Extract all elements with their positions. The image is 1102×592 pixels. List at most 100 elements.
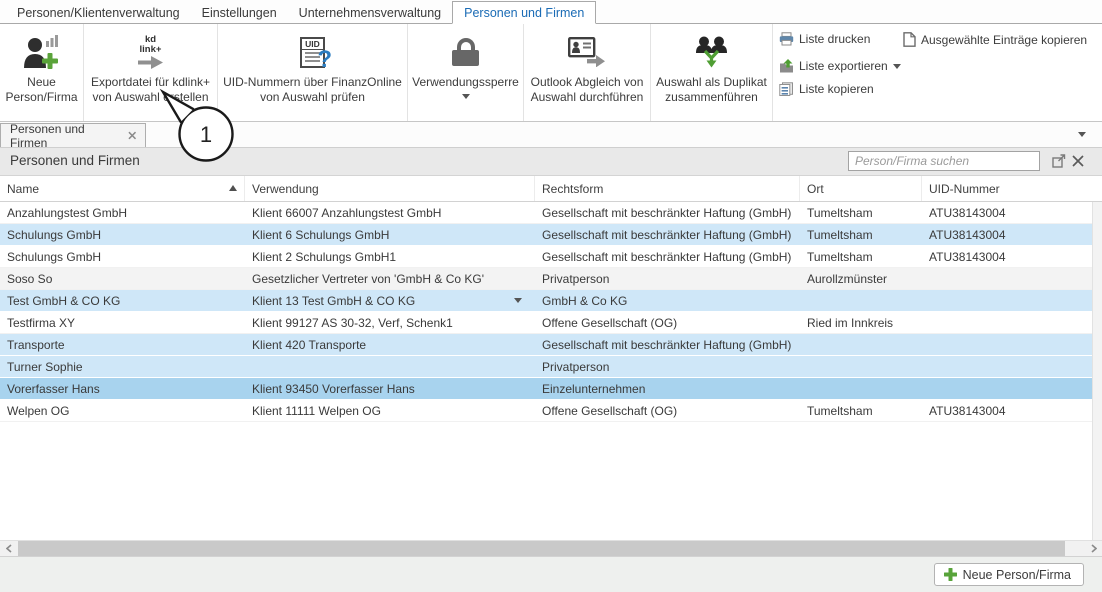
outlook-sync-button[interactable]: Outlook Abgleich von Auswahl durchführen [524, 24, 651, 121]
vertical-scrollbar-track[interactable] [1092, 202, 1102, 540]
cell-rechtsform: GmbH & Co KG [535, 290, 800, 311]
liste-kopieren-button[interactable]: Liste kopieren [779, 82, 874, 96]
cell-name: Testfirma XY [0, 312, 245, 333]
table-row[interactable]: Anzahlungstest GmbH Klient 66007 Anzahlu… [0, 202, 1102, 224]
search-input[interactable] [848, 151, 1040, 171]
cell-name: Welpen OG [0, 400, 245, 421]
copy-page-icon [903, 32, 916, 47]
document-tab-bar: Personen und Firmen [0, 122, 1102, 148]
chevron-down-icon [893, 64, 901, 69]
column-header-name[interactable]: Name [0, 176, 245, 201]
tab-unternehmensverwaltung[interactable]: Unternehmensverwaltung [288, 2, 452, 23]
kdlink-export-button[interactable]: kd link+ Exportdatei für kdlink+ von Aus… [84, 24, 218, 121]
ribbon-toolbar: Neue Person/Firma kd link+ Exportdatei f… [0, 24, 1102, 122]
table-row[interactable]: Schulungs GmbH Klient 6 Schulungs GmbH G… [0, 224, 1102, 246]
action-label: Ausgewählte Einträge kopieren [921, 33, 1087, 47]
table-row[interactable]: Test GmbH & CO KG Klient 13 Test GmbH & … [0, 290, 1102, 312]
cell-text: Klient 13 Test GmbH & CO KG [252, 294, 415, 308]
ribbon-button-label: Outlook Abgleich von Auswahl durchführen [525, 75, 650, 105]
cell-rechtsform: Privatperson [535, 268, 800, 289]
scrollbar-thumb[interactable] [18, 541, 1065, 556]
table-body: Anzahlungstest GmbH Klient 66007 Anzahlu… [0, 202, 1102, 422]
tab-personen-klientenverwaltung[interactable]: Personen/Klientenverwaltung [6, 2, 191, 23]
kdlink-icon-text-kd: kd [145, 35, 156, 45]
merge-persons-icon [694, 29, 730, 75]
merge-duplicate-button[interactable]: Auswahl als Duplikat zusammenführen [651, 24, 773, 121]
document-tab-personen-und-firmen[interactable]: Personen und Firmen [0, 123, 146, 147]
scroll-right-button[interactable] [1085, 541, 1102, 556]
cell-uid [922, 334, 1102, 355]
table-row[interactable]: Soso So Gesetzlicher Vertreter von 'GmbH… [0, 268, 1102, 290]
ribbon-list-actions: Liste drucken Liste exportieren Li [773, 24, 1102, 121]
cell-verwendung: Gesetzlicher Vertreter von 'GmbH & Co KG… [245, 268, 535, 289]
cell-name: Schulungs GmbH [0, 246, 245, 267]
liste-exportieren-button[interactable]: Liste exportieren [779, 59, 901, 73]
column-header-uid-nummer[interactable]: UID-Nummer [922, 176, 1102, 201]
cell-verwendung: Klient 66007 Anzahlungstest GmbH [245, 202, 535, 223]
panel-title: Personen und Firmen [10, 153, 140, 168]
cell-ort [800, 378, 922, 399]
cell-uid: ATU38143004 [922, 400, 1102, 421]
uid-check-button[interactable]: UID ? UID-Nummern über FinanzOnline von … [218, 24, 408, 121]
cell-verwendung [245, 356, 535, 377]
cell-uid [922, 378, 1102, 399]
cell-ort: Aurollzmünster [800, 268, 922, 289]
cell-verwendung: Klient 13 Test GmbH & CO KG [245, 290, 535, 311]
uid-icon-question-mark: ? [317, 46, 332, 74]
table-row[interactable]: Turner Sophie Privatperson [0, 356, 1102, 378]
cell-name: Soso So [0, 268, 245, 289]
cell-ort: Tumeltsham [800, 202, 922, 223]
new-person-firma-button[interactable]: Neue Person/Firma [0, 24, 84, 121]
chevron-right-icon [1091, 544, 1097, 553]
verwendung-dropdown-icon[interactable] [514, 298, 522, 303]
kdlink-icon-text-link: link+ [140, 45, 162, 55]
cell-uid [922, 312, 1102, 333]
app-window: Personen/Klientenverwaltung Einstellunge… [0, 0, 1102, 592]
close-icon[interactable] [128, 131, 136, 140]
cell-uid [922, 356, 1102, 377]
cell-verwendung: Klient 2 Schulungs GmbH1 [245, 246, 535, 267]
table-empty-area [0, 422, 1102, 540]
open-window-icon[interactable] [1052, 154, 1066, 168]
tab-einstellungen[interactable]: Einstellungen [191, 2, 288, 23]
cell-verwendung: Klient 420 Transporte [245, 334, 535, 355]
verwendungssperre-button[interactable]: Verwendungssperre [408, 24, 524, 121]
footer-bar: Neue Person/Firma [0, 556, 1102, 592]
footer-button-label: Neue Person/Firma [963, 568, 1071, 582]
action-label: Liste drucken [799, 32, 870, 46]
cell-name: Transporte [0, 334, 245, 355]
liste-drucken-button[interactable]: Liste drucken [779, 32, 870, 46]
cell-name: Anzahlungstest GmbH [0, 202, 245, 223]
cell-ort: Ried im Innkreis [800, 312, 922, 333]
table-row[interactable]: Testfirma XY Klient 99127 AS 30-32, Verf… [0, 312, 1102, 334]
action-label: Liste exportieren [799, 59, 888, 73]
close-search-icon[interactable] [1072, 155, 1084, 167]
cell-verwendung: Klient 11111 Welpen OG [245, 400, 535, 421]
lock-icon [452, 29, 479, 75]
column-label: Verwendung [252, 182, 319, 196]
column-header-ort[interactable]: Ort [800, 176, 922, 201]
cell-uid [922, 268, 1102, 289]
column-header-verwendung[interactable]: Verwendung [245, 176, 535, 201]
cell-verwendung: Klient 6 Schulungs GmbH [245, 224, 535, 245]
document-tab-label: Personen und Firmen [10, 122, 119, 150]
new-person-firma-footer-button[interactable]: Neue Person/Firma [934, 563, 1084, 586]
cell-verwendung: Klient 99127 AS 30-32, Verf, Schenk1 [245, 312, 535, 333]
horizontal-scrollbar[interactable] [0, 540, 1102, 556]
person-add-icon [22, 29, 62, 75]
ribbon-button-label: Verwendungssperre [409, 75, 523, 90]
copy-list-icon [779, 82, 794, 96]
ribbon-button-label: Neue Person/Firma [3, 75, 81, 105]
column-label: Ort [807, 182, 824, 196]
table-row[interactable]: Vorerfasser Hans Klient 93450 Vorerfasse… [0, 378, 1102, 400]
table-row[interactable]: Schulungs GmbH Klient 2 Schulungs GmbH1 … [0, 246, 1102, 268]
table-row[interactable]: Welpen OG Klient 11111 Welpen OG Offene … [0, 400, 1102, 422]
column-header-rechtsform[interactable]: Rechtsform [535, 176, 800, 201]
tab-list-dropdown-icon[interactable] [1078, 132, 1086, 137]
tab-personen-und-firmen[interactable]: Personen und Firmen [452, 1, 596, 24]
sort-ascending-icon [229, 185, 237, 191]
table-row[interactable]: Transporte Klient 420 Transporte Gesells… [0, 334, 1102, 356]
scroll-left-button[interactable] [0, 541, 17, 556]
cell-uid: ATU38143004 [922, 246, 1102, 267]
copy-selected-entries-button[interactable]: Ausgewählte Einträge kopieren [903, 32, 1087, 47]
